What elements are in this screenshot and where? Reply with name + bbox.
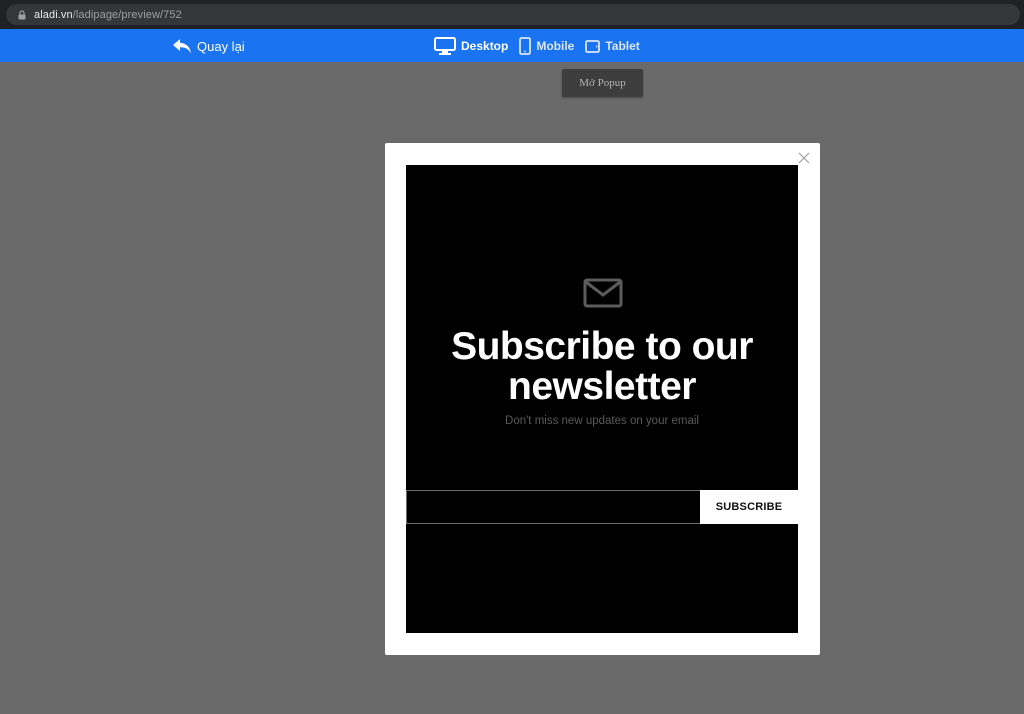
back-label: Quay lại — [197, 38, 245, 54]
tablet-icon — [585, 39, 601, 53]
device-desktop-button[interactable]: Desktop — [434, 37, 508, 55]
preview-toolbar: Quay lại Desktop Mobile Tablet — [0, 29, 1024, 62]
reply-arrow-icon — [173, 38, 191, 53]
desktop-icon — [434, 37, 456, 55]
lock-icon — [18, 9, 26, 19]
url-domain: aladi.vn — [34, 8, 73, 21]
close-icon[interactable] — [797, 151, 811, 165]
device-tablet-label: Tablet — [605, 39, 640, 53]
popup-content: Subscribe to our newsletter Don't miss n… — [406, 165, 798, 633]
popup-headline: Subscribe to our newsletter — [451, 325, 753, 408]
device-mobile-button[interactable]: Mobile — [519, 37, 574, 55]
back-button[interactable]: Quay lại — [172, 36, 245, 56]
url-text: aladi.vn/ladipage/preview/752 — [34, 9, 182, 21]
device-switcher: Desktop Mobile Tablet — [434, 34, 651, 58]
envelope-icon — [583, 278, 623, 308]
subscribe-button[interactable]: SUBSCRIBE — [700, 490, 798, 524]
popup-subtext: Don't miss new updates on your email — [505, 415, 699, 427]
url-path: /ladipage/preview/752 — [72, 8, 182, 21]
device-tablet-button[interactable]: Tablet — [585, 39, 640, 53]
device-mobile-label: Mobile — [536, 39, 575, 53]
newsletter-popup: Subscribe to our newsletter Don't miss n… — [385, 143, 820, 655]
device-desktop-label: Desktop — [461, 39, 509, 53]
mobile-icon — [519, 37, 532, 55]
address-bar[interactable]: aladi.vn/ladipage/preview/752 — [6, 4, 1020, 25]
browser-chrome: aladi.vn/ladipage/preview/752 — [0, 0, 1024, 29]
open-popup-button[interactable]: Mở Popup — [562, 69, 643, 97]
email-input[interactable] — [406, 490, 700, 524]
